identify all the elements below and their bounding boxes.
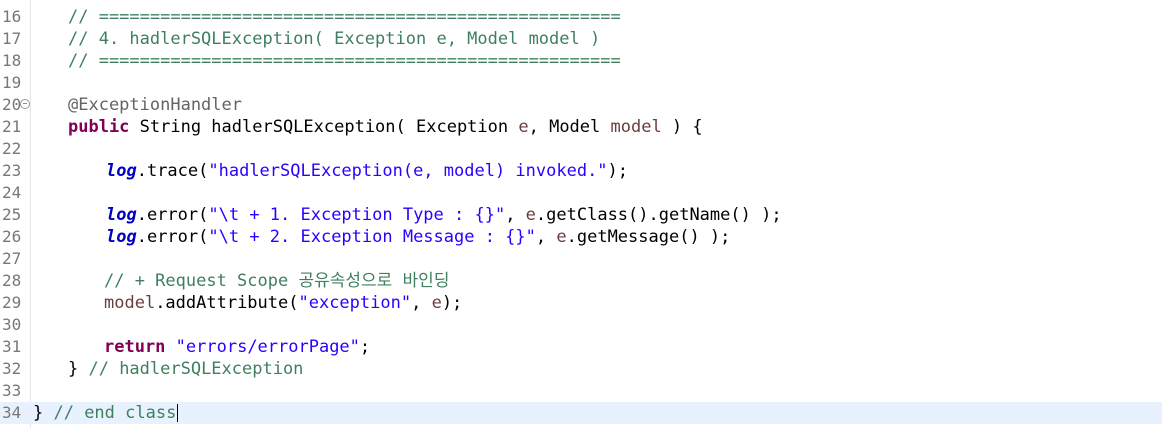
line-number: 26 [2, 227, 22, 246]
code-token: // 4. hadlerSQLException( Exception e, M… [68, 29, 601, 49]
code-token: } [33, 403, 54, 423]
code-token: model [610, 117, 662, 137]
code-token: ); [441, 293, 463, 313]
code-token: e [431, 293, 442, 313]
line-number: 28 [2, 271, 22, 290]
line-number: 27 [2, 249, 22, 268]
code-token: "\t + 1. Exception Type : {}" [208, 205, 506, 225]
line-number: 32 [2, 359, 22, 378]
code-token: "hadlerSQLException(e, model) invoked." [208, 161, 608, 181]
code-text: // 4. hadlerSQLException( Exception e, M… [68, 28, 600, 50]
line-number: 30 [2, 315, 22, 334]
code-text: } // end class [33, 402, 179, 424]
code-line[interactable]: 27 [0, 248, 1162, 270]
code-token: .getClass().getName() ); [535, 205, 782, 225]
line-number: 22 [2, 139, 22, 158]
code-token: .trace( [136, 161, 209, 181]
code-line[interactable]: 32} // hadlerSQLException [0, 358, 1162, 380]
code-line[interactable]: 28 // + Request Scope 공유속성으로 바인딩 [0, 270, 1162, 292]
code-token: ); [607, 161, 629, 181]
code-token: .error( [136, 205, 209, 225]
line-number: 25 [2, 205, 22, 224]
code-token: log [106, 227, 137, 247]
line-number: 21 [2, 117, 22, 136]
code-editor[interactable]: 16 // ===================================… [0, 0, 1162, 428]
line-number: 33 [2, 381, 22, 400]
code-token: // =====================================… [68, 7, 621, 27]
code-line[interactable]: 16 // ===================================… [0, 6, 1162, 28]
code-token: , [411, 293, 432, 313]
line-number: 19 [2, 73, 22, 92]
code-token: , [535, 227, 557, 247]
code-token: // + Request Scope 공유속성으로 바인딩 [104, 271, 450, 291]
code-token: .addAttribute( [155, 293, 299, 313]
code-line[interactable]: 26 log.error("\t + 2. Exception Message :… [0, 226, 1162, 248]
code-token: ; [359, 337, 371, 357]
code-text: // + Request Scope 공유속성으로 바인딩 [104, 270, 449, 292]
code-text: // =====================================… [68, 6, 621, 28]
code-line[interactable]: 33 [0, 380, 1162, 402]
line-number: 34 [2, 403, 22, 422]
code-text: } // hadlerSQLException [68, 358, 303, 380]
code-token: .getMessage() ); [566, 227, 731, 247]
code-text: model.addAttribute("exception", e); [104, 292, 462, 314]
code-line[interactable]: 18 // ===================================… [0, 50, 1162, 72]
code-line[interactable]: 20− @ExceptionHandler [0, 94, 1162, 116]
text-caret [177, 404, 179, 422]
code-token: log [106, 205, 137, 225]
code-line[interactable]: 25 log.error("\t + 1. Exception Type : {}… [0, 204, 1162, 226]
code-token: String hadlerSQLException( Exception [129, 117, 519, 137]
code-token: "\t + 2. Exception Message : {}" [208, 227, 536, 247]
code-token: // hadlerSQLException [88, 359, 304, 379]
code-token: ) { [661, 117, 703, 137]
code-text: // =====================================… [68, 50, 621, 72]
code-token: log [106, 161, 137, 181]
line-number: 16 [2, 7, 22, 26]
code-text: @ExceptionHandler [68, 94, 242, 116]
line-number: 23 [2, 161, 22, 180]
line-number: 24 [2, 183, 22, 202]
code-text: log.error("\t + 2. Exception Message : {… [106, 226, 730, 248]
line-number: 17 [2, 29, 22, 48]
code-text: log.trace("hadlerSQLException(e, model) … [106, 160, 628, 182]
code-token: // =====================================… [68, 51, 621, 71]
code-token: e [518, 117, 529, 137]
fold-toggle-icon[interactable]: − [20, 99, 30, 109]
code-line[interactable]: 23 log.trace("hadlerSQLException(e, model… [0, 160, 1162, 182]
code-line[interactable]: 31 return "errors/errorPage"; [0, 336, 1162, 358]
code-token: public [68, 117, 130, 137]
code-token: .error( [136, 227, 209, 247]
code-line[interactable]: 29 model.addAttribute("exception", e); [0, 292, 1162, 314]
code-line[interactable]: 22 [0, 138, 1162, 160]
code-token: "exception" [298, 293, 412, 313]
code-line[interactable]: 24 [0, 182, 1162, 204]
line-number: 31 [2, 337, 22, 356]
code-token: , [505, 205, 526, 225]
code-token: @ExceptionHandler [68, 95, 242, 115]
code-line[interactable]: 19 [0, 72, 1162, 94]
code-line[interactable]: 30 [0, 314, 1162, 336]
code-text: log.error("\t + 1. Exception Type : {}",… [106, 204, 782, 226]
code-line[interactable]: 17 // 4. hadlerSQLException( Exception e,… [0, 28, 1162, 50]
code-token: return [104, 337, 166, 357]
line-number: 29 [2, 293, 22, 312]
code-line[interactable]: 21 public String hadlerSQLException( Exce… [0, 116, 1162, 138]
code-token: // end class [53, 403, 177, 423]
code-text: public String hadlerSQLException( Except… [68, 116, 703, 138]
code-token: e [525, 205, 536, 225]
code-token: "errors/errorPage" [175, 337, 360, 357]
code-token: , Model [528, 117, 611, 137]
code-token: } [68, 359, 89, 379]
code-text: return "errors/errorPage"; [104, 336, 370, 358]
line-number: 18 [2, 51, 22, 70]
code-token: e [556, 227, 567, 247]
code-line[interactable]: 34} // end class [0, 402, 1162, 424]
code-token: model [104, 293, 156, 313]
